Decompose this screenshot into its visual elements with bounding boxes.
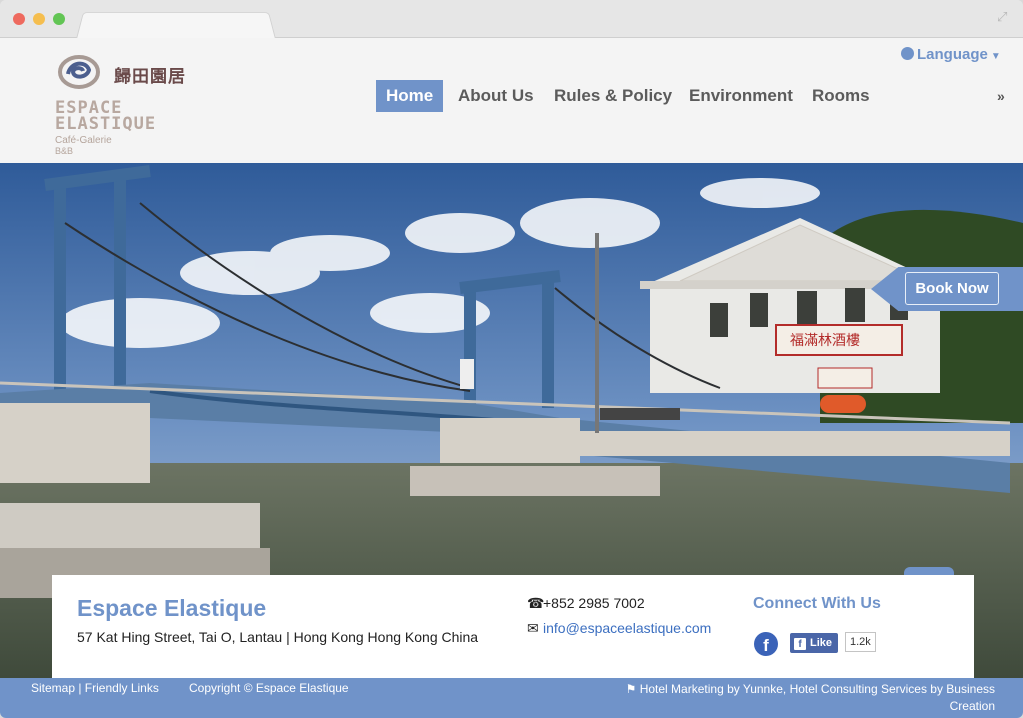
connect-with-us-heading: Connect With Us xyxy=(753,595,881,612)
footer-links[interactable]: Sitemap | Friendly Links xyxy=(31,681,159,695)
facebook-icon[interactable]: f xyxy=(754,632,778,656)
contact-address: 57 Kat Hing Street, Tai O, Lantau | Hong… xyxy=(77,629,479,645)
footer-credit[interactable]: ⚑ Hotel Marketing by Yunnke, Hotel Consu… xyxy=(605,681,995,715)
footer-credit-text[interactable]: Hotel Marketing by Yunnke, Hotel Consult… xyxy=(640,682,995,713)
logo-text-elastique: ELASTIQUE xyxy=(55,114,157,134)
email-link[interactable]: info@espaceelastique.com xyxy=(543,620,711,636)
browser-chrome: ⤢ xyxy=(0,0,1023,40)
close-window-button[interactable] xyxy=(13,13,25,25)
contact-card: Espace Elastique 57 Kat Hing Street, Tai… xyxy=(52,575,974,678)
minimize-window-button[interactable] xyxy=(33,13,45,25)
nav-about-us[interactable]: About Us xyxy=(458,80,534,112)
restaurant-sign-text: 福滿林酒樓 xyxy=(790,333,860,349)
nav-rooms[interactable]: Rooms xyxy=(812,80,870,112)
logo-text-cafe: Café-Galerie xyxy=(55,135,112,146)
language-selector[interactable]: Language ▼ xyxy=(901,46,1001,63)
facebook-logo-icon: f xyxy=(794,638,806,650)
logo-swirl-icon xyxy=(58,55,100,89)
contact-phone: ☎+852 2985 7002 xyxy=(527,595,645,612)
phone-icon: ☎ xyxy=(527,595,545,611)
site-header: 歸田園居 ESPACE ELASTIQUE Café-Galerie B&B L… xyxy=(0,38,1023,163)
maximize-window-button[interactable] xyxy=(53,13,65,25)
fullscreen-icon[interactable]: ⤢ xyxy=(997,10,1011,24)
nav-environment[interactable]: Environment xyxy=(689,80,793,112)
web-page: 歸田園居 ESPACE ELASTIQUE Café-Galerie B&B L… xyxy=(0,38,1023,718)
browser-tab[interactable] xyxy=(76,12,276,40)
nav-more-button[interactable]: » xyxy=(997,88,1005,104)
nav-home[interactable]: Home xyxy=(376,80,444,112)
browser-window: ⤢ 歸田園居 ESPACE ELASTIQUE Café-Galerie B&B… xyxy=(0,0,1023,718)
language-label: Language xyxy=(917,46,988,63)
phone-number: +852 2985 7002 xyxy=(543,595,645,611)
like-count: 1.2k xyxy=(845,632,876,652)
facebook-like-button[interactable]: f Like xyxy=(790,633,839,653)
contact-business-name: Espace Elastique xyxy=(77,595,267,621)
mail-icon: ✉ xyxy=(527,620,539,636)
nav-rules-policy[interactable]: Rules & Policy xyxy=(554,80,672,112)
logo-chinese-text: 歸田園居 xyxy=(114,67,186,87)
footer-copyright: Copyright © Espace Elastique xyxy=(189,681,349,695)
flag-icon: ⚑ xyxy=(625,682,640,696)
logo-text-bnb: B&B xyxy=(55,146,74,156)
globe-icon xyxy=(901,47,914,60)
site-logo[interactable]: 歸田園居 ESPACE ELASTIQUE Café-Galerie B&B xyxy=(52,46,192,156)
like-label: Like xyxy=(810,637,833,649)
book-now-button[interactable]: Book Now xyxy=(905,272,999,305)
contact-email[interactable]: ✉ info@espaceelastique.com xyxy=(527,620,717,637)
footer-bar: Sitemap | Friendly Links Copyright © Esp… xyxy=(0,678,1023,718)
chevron-down-icon: ▼ xyxy=(990,51,1001,62)
